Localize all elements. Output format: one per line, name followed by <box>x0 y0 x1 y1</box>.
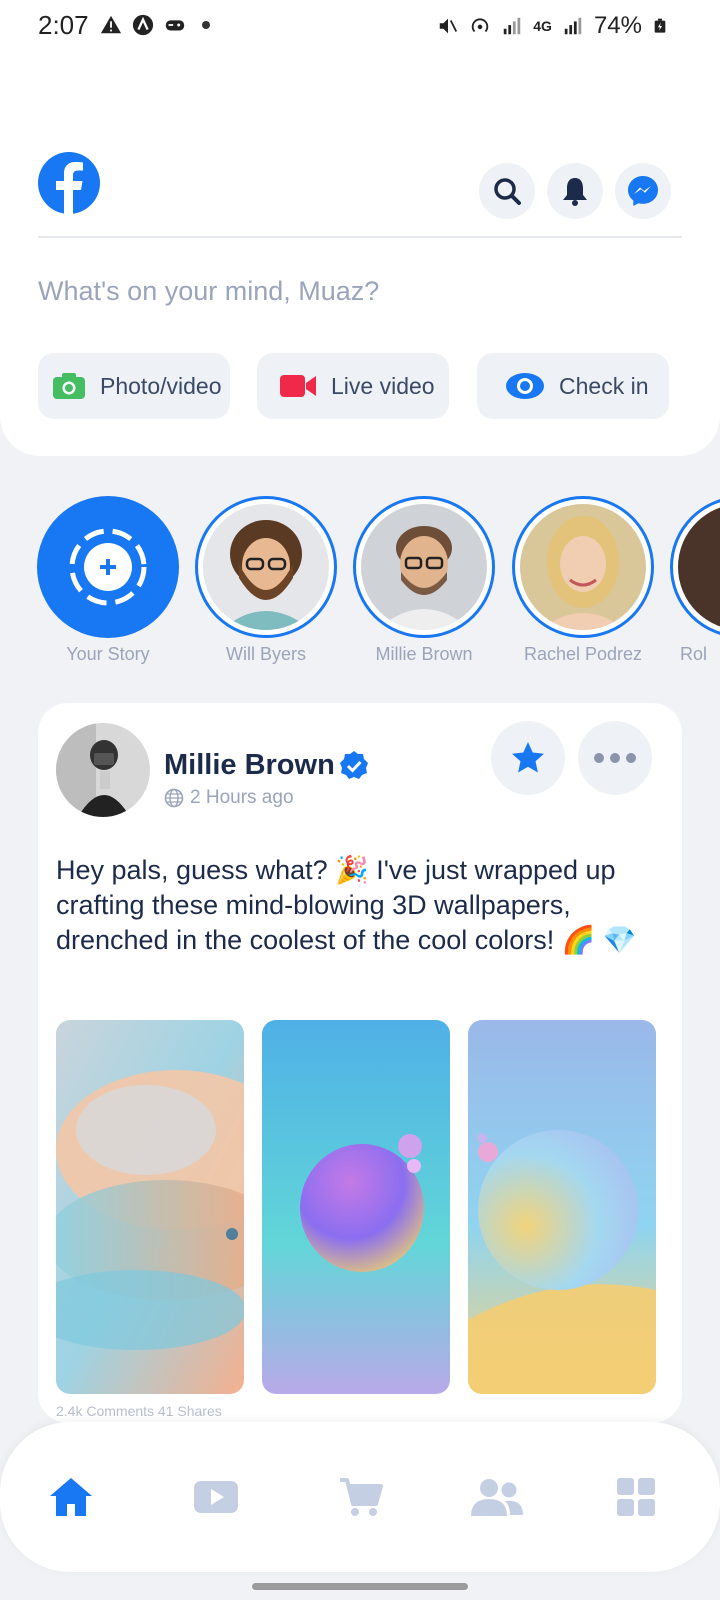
post-image-2[interactable] <box>262 1020 450 1394</box>
mute-icon <box>440 18 458 34</box>
facebook-logo-icon[interactable] <box>38 152 100 214</box>
search-icon <box>494 178 521 205</box>
video-icon <box>194 1481 238 1513</box>
hotspot-icon <box>472 18 489 33</box>
notifications-button[interactable] <box>547 163 603 219</box>
nav-marketplace[interactable] <box>333 1472 389 1522</box>
status-composer-input[interactable]: What's on your mind, Muaz? <box>38 276 379 307</box>
home-indicator[interactable] <box>252 1583 468 1590</box>
app-notification-icon <box>132 14 154 36</box>
messenger-icon <box>628 176 658 206</box>
story-label: Rol <box>680 644 708 664</box>
post-image-1[interactable] <box>56 1020 244 1394</box>
gamepad-icon <box>165 20 185 31</box>
post-stats: 2.4k Comments 41 Shares <box>56 1403 222 1419</box>
warning-icon <box>100 15 122 34</box>
post-card: Millie Brown 2 Hours ago Hey pals, guess… <box>38 703 682 1423</box>
add-story-icon <box>69 528 147 606</box>
story-label: Will Byers <box>226 644 306 664</box>
nav-home[interactable] <box>43 1472 99 1522</box>
post-options-button[interactable] <box>578 721 652 795</box>
story-partial[interactable]: Rol <box>670 496 720 665</box>
video-camera-icon <box>280 375 316 397</box>
verified-badge-icon <box>340 751 368 779</box>
add-story-button[interactable] <box>37 496 179 638</box>
signal-icon <box>504 17 521 35</box>
post-author-avatar[interactable] <box>56 723 150 817</box>
live-video-button[interactable]: Live video <box>257 353 449 419</box>
post-image-3[interactable] <box>468 1020 656 1394</box>
story-millie-brown[interactable]: Millie Brown <box>353 496 495 665</box>
menu-grid-icon <box>617 1478 655 1516</box>
check-in-label: Check in <box>559 372 649 399</box>
avatar <box>678 504 720 630</box>
story-will-byers[interactable]: Will Byers <box>195 496 337 665</box>
photo-icon <box>53 373 85 399</box>
avatar <box>361 504 487 630</box>
more-options-icon <box>594 753 636 763</box>
favorite-button[interactable] <box>491 721 565 795</box>
home-icon <box>50 1478 92 1516</box>
status-system-icons: 4G 74% <box>437 12 668 40</box>
story-label: Your Story <box>66 644 150 664</box>
story-rachel-podrez[interactable]: Rachel Podrez <box>512 496 654 665</box>
search-button[interactable] <box>479 163 535 219</box>
battery-icon <box>654 18 666 33</box>
photo-video-button[interactable]: Photo/video <box>38 353 230 419</box>
nav-menu[interactable] <box>608 1472 664 1522</box>
star-icon <box>512 742 544 773</box>
post-author-name[interactable]: Millie Brown <box>164 749 335 782</box>
check-in-button[interactable]: Check in <box>477 353 669 419</box>
cart-icon <box>340 1478 383 1516</box>
more-notifications-icon <box>202 21 210 29</box>
nav-video[interactable] <box>188 1472 244 1522</box>
live-video-label: Live video <box>331 372 435 399</box>
story-your-story[interactable]: Your Story <box>37 496 179 665</box>
story-label: Rachel Podrez <box>523 644 643 664</box>
post-meta: 2 Hours ago <box>164 787 294 809</box>
header-divider <box>38 236 682 238</box>
network-type: 4G <box>533 18 552 34</box>
friends-icon <box>471 1479 523 1516</box>
nav-friends[interactable] <box>467 1472 527 1522</box>
status-time: 2:07 <box>38 10 89 40</box>
story-label: Millie Brown <box>375 644 473 664</box>
eye-icon <box>506 373 544 399</box>
battery-percent: 74% <box>593 12 642 39</box>
avatar <box>203 504 329 630</box>
bell-icon <box>563 178 587 206</box>
post-time: 2 Hours ago <box>190 787 294 808</box>
status-bar: 2:07 4G 74% <box>0 0 720 56</box>
messenger-button[interactable] <box>615 163 671 219</box>
header-card: What's on your mind, Muaz? Photo/video L… <box>0 56 720 456</box>
signal-icon-2 <box>564 17 582 35</box>
post-text: Hey pals, guess what? 🎉 I've just wrappe… <box>56 855 637 955</box>
globe-icon <box>164 788 184 808</box>
bottom-navigation <box>0 1422 720 1572</box>
avatar <box>520 504 646 630</box>
status-notification-icons <box>100 14 210 36</box>
photo-video-label: Photo/video <box>100 372 222 399</box>
